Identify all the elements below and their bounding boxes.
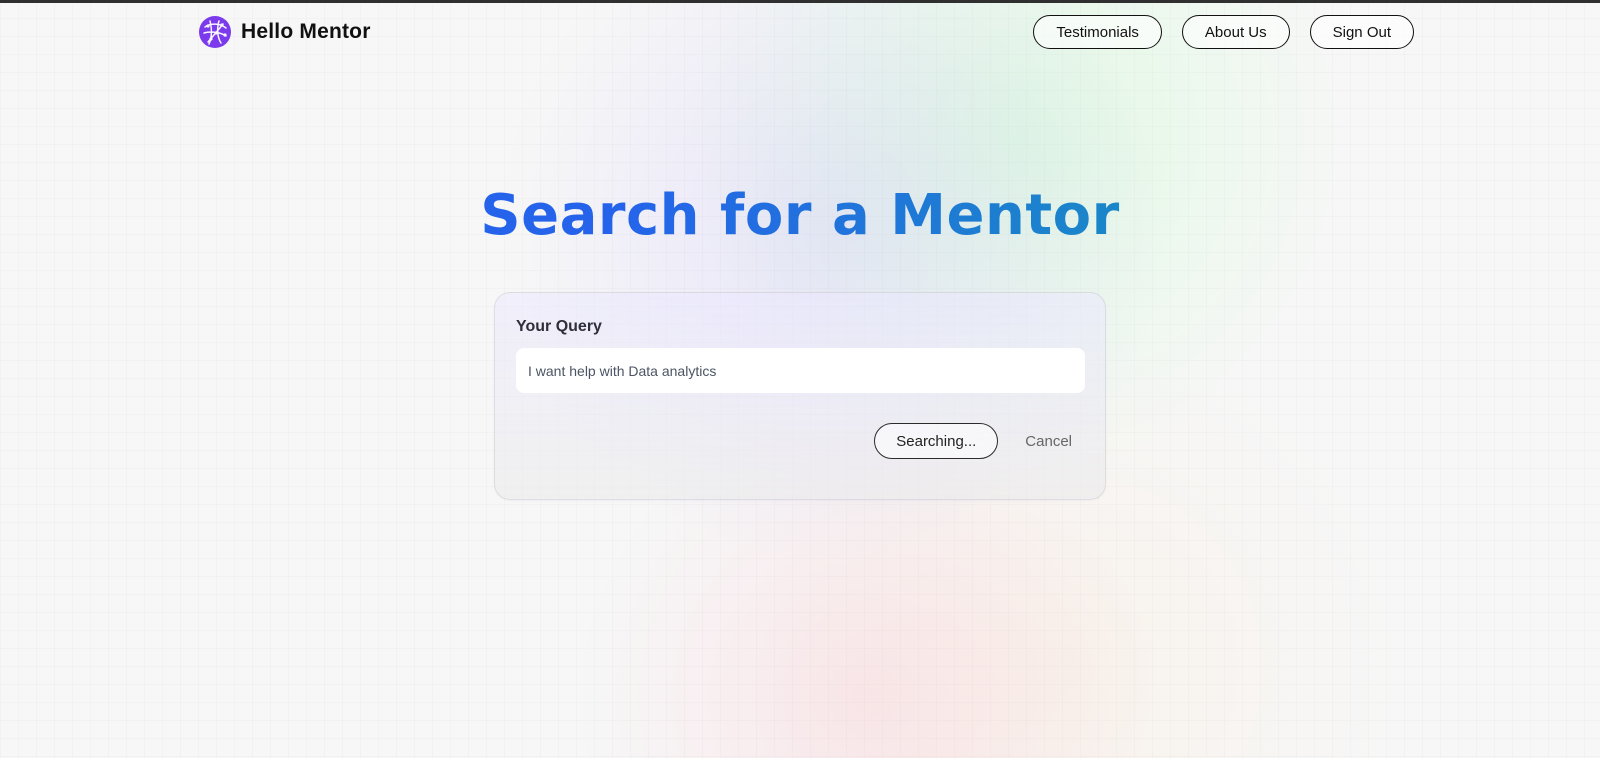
top-border: [0, 0, 1600, 3]
query-input[interactable]: [516, 348, 1085, 393]
query-label: Your Query: [516, 318, 602, 335]
about-us-button[interactable]: About Us: [1181, 15, 1290, 49]
cancel-button[interactable]: Cancel: [1015, 433, 1082, 450]
page-title: Search for a Mentor: [0, 184, 1600, 248]
globe-network-icon: [199, 16, 231, 48]
searching-button[interactable]: Searching...: [874, 423, 999, 459]
site-header: Hello Mentor Testimonials About Us Sign …: [198, 14, 1414, 50]
brand[interactable]: Hello Mentor: [198, 15, 371, 49]
brand-name: Hello Mentor: [241, 20, 371, 43]
testimonials-button[interactable]: Testimonials: [1033, 15, 1162, 49]
search-actions: Searching... Cancel: [874, 423, 1082, 459]
search-card: Your Query Searching... Cancel: [494, 292, 1106, 500]
sign-out-button[interactable]: Sign Out: [1309, 15, 1414, 49]
top-navigation: Testimonials About Us Sign Out: [1033, 15, 1414, 49]
